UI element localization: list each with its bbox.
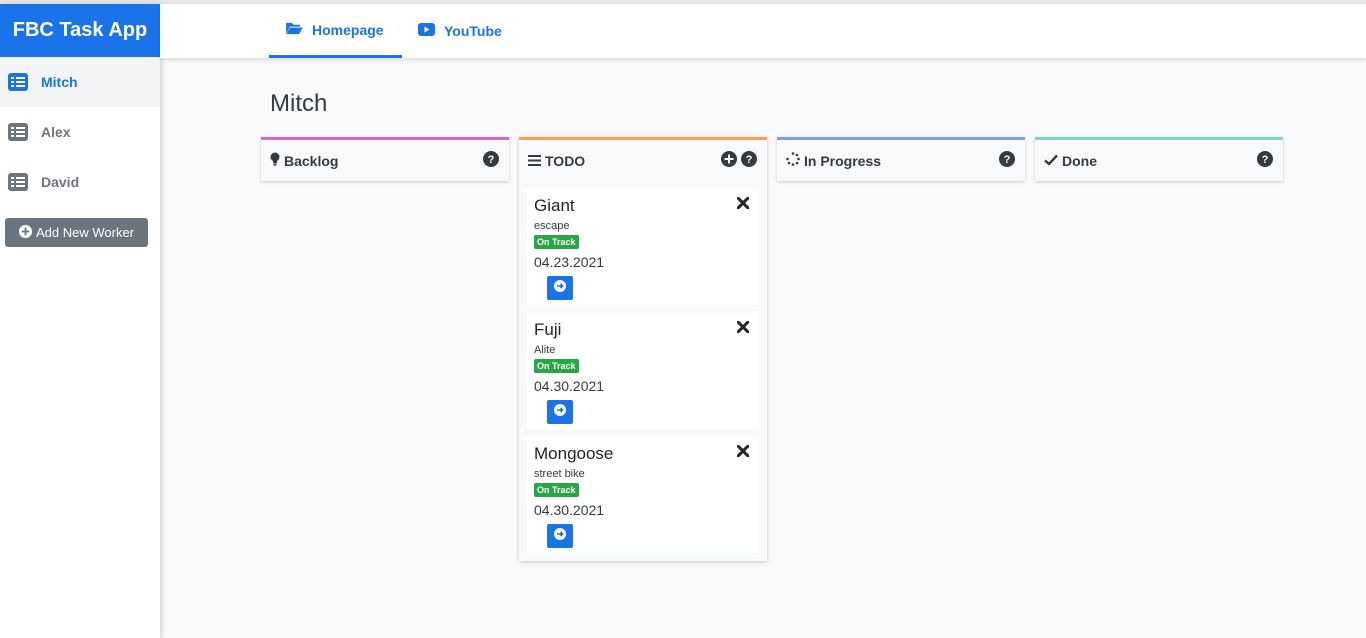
column-done: Done ?: [1035, 137, 1283, 181]
lightbulb-icon: [270, 152, 280, 169]
sidebar-item-alex[interactable]: Alex: [0, 107, 160, 157]
plus-circle-icon: [18, 224, 32, 241]
tab-homepage[interactable]: Homepage: [269, 4, 402, 58]
column-title: Done: [1062, 152, 1097, 169]
list-icon: [8, 173, 28, 191]
close-icon[interactable]: [736, 320, 750, 338]
add-worker-label: Add New Worker: [35, 225, 134, 240]
column-header: TODO ?: [519, 137, 767, 181]
column-header: Backlog ?: [261, 137, 509, 181]
column-backlog: Backlog ?: [261, 137, 509, 181]
task-subtitle: Alite: [534, 344, 556, 356]
tab-label: Homepage: [312, 21, 384, 38]
column-title: TODO: [545, 152, 586, 169]
page: FBC Task App Mitch Alex David Add New Wo…: [0, 0, 1366, 638]
add-task-icon[interactable]: [721, 151, 737, 170]
list-icon: [8, 123, 28, 141]
column-title: In Progress: [804, 152, 882, 169]
top-nav: Homepage YouTube: [160, 4, 1366, 58]
app-title[interactable]: FBC Task App: [0, 4, 160, 57]
column-header: Done ?: [1035, 137, 1283, 181]
status-badge: On Track: [534, 359, 579, 373]
task-subtitle: street bike: [534, 468, 585, 480]
task-title: Mongoose: [534, 444, 614, 463]
move-task-button[interactable]: [547, 276, 573, 300]
page-title: Mitch: [270, 90, 328, 117]
arrow-right-circle-icon: [554, 403, 566, 421]
svg-text:?: ?: [488, 154, 495, 166]
close-icon[interactable]: [736, 444, 750, 462]
youtube-icon: [418, 23, 435, 39]
help-icon[interactable]: ?: [741, 151, 757, 170]
task-date: 04.23.2021: [534, 254, 605, 270]
task-subtitle: escape: [534, 220, 570, 232]
task-title: Fuji: [534, 320, 562, 339]
sidebar-item-mitch[interactable]: Mitch: [0, 57, 160, 107]
svg-text:?: ?: [1004, 154, 1011, 166]
task-card: Mongoose street bike On Track 04.30.2021: [527, 437, 759, 553]
task-card: Giant escape On Track 04.23.2021: [527, 189, 759, 305]
move-task-button[interactable]: [547, 524, 573, 548]
sidebar-item-label: David: [41, 174, 80, 190]
sidebar-item-label: Mitch: [41, 74, 78, 90]
bars-icon: [528, 153, 541, 169]
column-title: Backlog: [284, 152, 339, 169]
check-icon: [1044, 153, 1058, 169]
spinner-icon: [786, 152, 800, 169]
column-todo: TODO ? Giant escape On Track 04.23.2021: [519, 137, 767, 561]
help-icon[interactable]: ?: [1257, 151, 1273, 170]
folder-open-icon: [286, 22, 303, 38]
status-badge: On Track: [534, 483, 579, 497]
status-badge: On Track: [534, 235, 579, 249]
column-in-progress: In Progress ?: [777, 137, 1025, 181]
svg-text:?: ?: [1262, 154, 1269, 166]
tab-label: YouTube: [444, 23, 502, 39]
task-date: 04.30.2021: [534, 378, 605, 394]
column-header: In Progress ?: [777, 137, 1025, 181]
add-worker-button[interactable]: Add New Worker: [5, 218, 148, 247]
svg-text:?: ?: [746, 154, 753, 166]
move-task-button[interactable]: [547, 400, 573, 424]
tab-youtube[interactable]: YouTube: [418, 4, 502, 58]
arrow-right-circle-icon: [554, 527, 566, 545]
sidebar: FBC Task App Mitch Alex David Add New Wo…: [0, 4, 160, 638]
sidebar-item-label: Alex: [41, 124, 71, 140]
task-title: Giant: [534, 196, 575, 215]
help-icon[interactable]: ?: [999, 151, 1015, 170]
list-icon: [8, 73, 28, 91]
sidebar-item-david[interactable]: David: [0, 157, 160, 207]
close-icon[interactable]: [736, 196, 750, 214]
help-icon[interactable]: ?: [483, 151, 499, 170]
task-card: Fuji Alite On Track 04.30.2021: [527, 313, 759, 429]
task-date: 04.30.2021: [534, 502, 605, 518]
arrow-right-circle-icon: [554, 279, 566, 297]
